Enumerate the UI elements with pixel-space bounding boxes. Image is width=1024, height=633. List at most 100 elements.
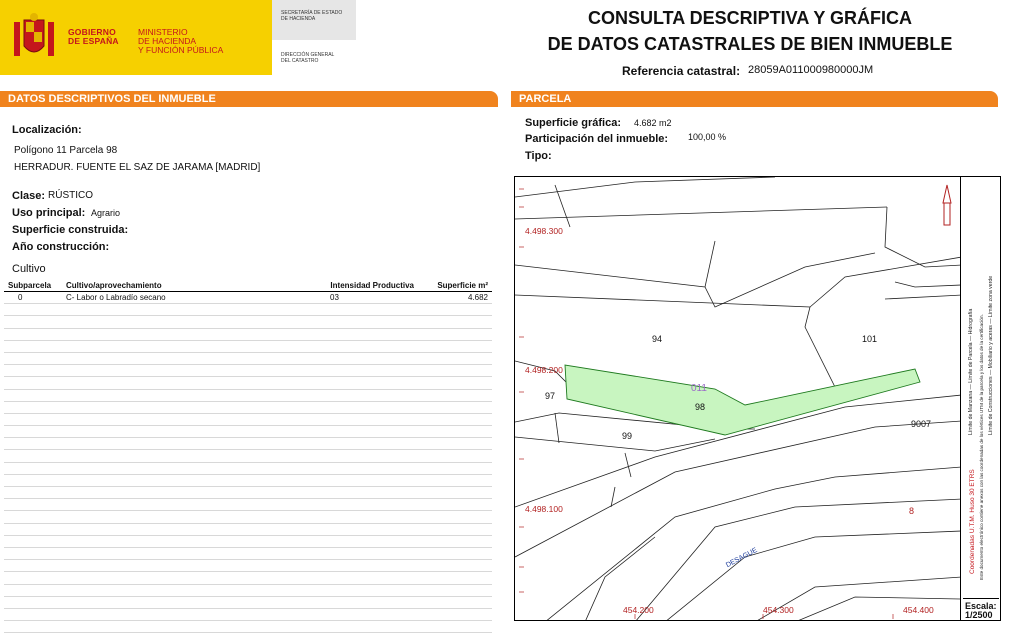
cell-empty [4,449,62,463]
cell-empty [300,340,418,353]
table-row-empty [4,352,492,366]
cell-empty [300,584,418,597]
table-row-empty [4,596,492,609]
table-row-empty [4,425,492,439]
table-row-empty [4,413,492,427]
cell-empty [418,608,492,622]
cell-empty [300,571,418,585]
cell-empty [4,584,62,597]
cell-empty [418,376,492,390]
parcel-label: 97 [545,391,556,401]
cell-empty [4,608,62,622]
cell-empty [62,303,300,317]
cell-intensidad: 03 [300,291,418,305]
polygon-label: 011 [691,383,707,394]
page-title-line2: DE DATOS CATASTRALES DE BIEN INMUEBLE [547,34,953,54]
cell-empty [62,376,300,390]
cell-empty [62,328,300,341]
cell-empty [4,510,62,524]
map-canvas [515,177,960,620]
cell-superficie: 4.682 [418,291,492,305]
localizacion-label: Localización: [12,124,82,136]
cell-empty [300,425,418,439]
localizacion-line1: Polígono 11 Parcela 98 [14,145,118,156]
cell-empty [4,364,62,378]
cell-empty [300,608,418,622]
cell-empty [4,413,62,427]
cell-empty [418,328,492,341]
cell-empty [4,596,62,609]
cell-empty [418,559,492,573]
cell-empty [300,535,418,548]
cell-empty [4,376,62,390]
cell-empty [300,328,418,341]
cell-empty [418,303,492,317]
ref-catastral-value: 28059A011000980000JM [748,64,874,76]
col-cultivo: Cultivo/aprovechamiento [62,280,300,292]
cell-empty [418,340,492,353]
uso-value: Agrario [91,208,121,218]
cell-empty [4,425,62,439]
anio-construccion-label: Año construcción: [12,241,110,253]
cell-empty [4,401,62,414]
superficie-grafica-label: Superficie gráfica: [525,117,621,129]
cell-empty [300,376,418,390]
parcel-label: 101 [862,334,878,344]
cell-empty [4,315,62,329]
cell-empty [4,340,62,353]
cell-empty [300,389,418,402]
table-row-empty [4,608,492,622]
cell-empty [4,486,62,500]
cell-empty [62,547,300,561]
legend-items-1: Límite de Manzana — Límite de Parcela — … [968,308,974,435]
cell-empty [62,449,300,463]
cell-subparcela: 0 [4,291,62,305]
table-row-empty [4,328,492,341]
cell-empty [62,559,300,573]
cell-empty [62,620,300,633]
col-subparcela: Subparcela [4,280,62,292]
y-tick-label: 4.498.100 [525,504,563,514]
cell-empty [418,474,492,488]
cell-empty [62,510,300,524]
cell-empty [4,303,62,317]
table-row-empty [4,389,492,402]
cell-empty [62,486,300,500]
cell-empty [418,462,492,475]
cell-empty [300,486,418,500]
superficie-grafica-value: 4.682 m2 [634,118,672,128]
cell-empty [300,620,418,633]
section-bar-parcela: PARCELA [511,91,998,107]
cell-empty [300,364,418,378]
parcel-label: 94 [652,334,663,344]
table-row-empty [4,486,492,500]
cell-empty [62,364,300,378]
cell-empty [300,303,418,317]
coat-of-arms-icon [14,13,54,56]
cell-empty [300,449,418,463]
cell-empty [418,413,492,427]
cell-empty [418,510,492,524]
cell-empty [62,425,300,439]
cell-empty [62,608,300,622]
y-tick-label: 4.498.200 [525,365,563,375]
cell-empty [300,547,418,561]
cell-empty [4,352,62,366]
cell-empty [300,523,418,536]
parcel-label: 9007 [911,419,932,429]
table-row-empty [4,376,492,390]
table-row-empty [4,449,492,463]
cell-empty [62,571,300,585]
cell-empty [418,535,492,548]
x-tick-label: 454.400 [903,605,934,615]
table-row-empty [4,584,492,597]
cell-empty [62,584,300,597]
cell-empty [4,620,62,633]
cell-empty [418,425,492,439]
cell-empty [418,437,492,451]
cadastral-map[interactable]: 4.498.300 4.498.200 4.498.100 454.200 45… [514,176,961,621]
cell-empty [4,474,62,488]
table-row-empty [4,571,492,585]
cell-empty [300,596,418,609]
section-bar-datos: DATOS DESCRIPTIVOS DEL INMUEBLE [0,91,498,107]
